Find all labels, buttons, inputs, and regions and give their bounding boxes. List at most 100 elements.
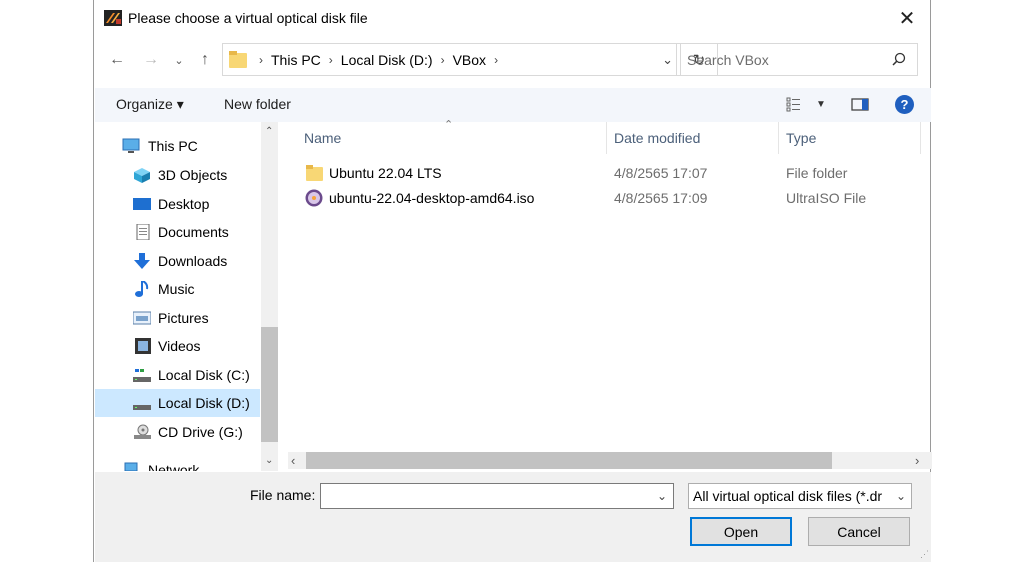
title-bar: Please choose a virtual optical disk fil… bbox=[94, 0, 930, 36]
column-divider[interactable] bbox=[920, 122, 921, 154]
scroll-down-icon[interactable]: ⌄ bbox=[265, 455, 273, 466]
nav-item-music[interactable]: Music bbox=[95, 275, 260, 303]
cancel-button[interactable]: Cancel bbox=[808, 517, 910, 546]
nav-item-label: CD Drive (G:) bbox=[158, 424, 243, 440]
horizontal-scrollbar[interactable]: ‹ › bbox=[288, 452, 932, 469]
nav-item-local-disk-c[interactable]: Local Disk (C:) bbox=[95, 361, 260, 389]
chevron-right-icon[interactable]: › bbox=[329, 53, 333, 67]
file-name-label: File name: bbox=[250, 487, 315, 503]
open-button-label: Open bbox=[723, 523, 759, 540]
chevron-down-icon[interactable]: ⌄ bbox=[657, 489, 667, 503]
organize-button[interactable]: Organize ▾ bbox=[116, 96, 184, 113]
open-button[interactable]: Open bbox=[690, 517, 792, 546]
nav-item-label: This PC bbox=[148, 138, 198, 154]
drive-icon bbox=[133, 369, 151, 382]
file-name: Ubuntu 22.04 LTS bbox=[329, 165, 442, 181]
file-type-filter-value: All virtual optical disk files (*.dr bbox=[693, 488, 883, 504]
nav-item-documents[interactable]: Documents bbox=[95, 218, 260, 246]
nav-item-videos[interactable]: Videos bbox=[95, 332, 260, 360]
breadcrumb-local-disk-d[interactable]: Local Disk (D:) bbox=[341, 52, 433, 68]
resize-grip-icon[interactable]: ⋰ bbox=[920, 549, 929, 560]
table-row[interactable]: Ubuntu 22.04 LTS 4/8/2565 17:07 File fol… bbox=[288, 161, 932, 185]
column-divider[interactable] bbox=[778, 122, 779, 154]
help-icon[interactable]: ? bbox=[895, 95, 914, 114]
column-header-date-modified[interactable]: Date modified bbox=[614, 130, 700, 146]
view-options-icon[interactable] bbox=[786, 96, 802, 112]
sort-ascending-icon: ⌃ bbox=[444, 119, 454, 131]
nav-item-label: Local Disk (C:) bbox=[158, 367, 250, 383]
new-folder-button[interactable]: New folder bbox=[224, 96, 291, 112]
desktop-icon bbox=[133, 198, 151, 210]
breadcrumb-this-pc[interactable]: This PC bbox=[271, 52, 321, 68]
nav-item-local-disk-d[interactable]: Local Disk (D:) bbox=[95, 389, 260, 417]
address-dropdown-icon[interactable]: ⌄ bbox=[662, 52, 673, 68]
cancel-button-label: Cancel bbox=[837, 523, 881, 540]
nav-item-desktop[interactable]: Desktop bbox=[95, 190, 260, 218]
nav-scrollbar[interactable]: ⌃ ⌄ bbox=[261, 122, 278, 471]
nav-item-this-pc[interactable]: This PC bbox=[95, 132, 260, 160]
column-divider[interactable] bbox=[606, 122, 607, 154]
column-header-type[interactable]: Type bbox=[786, 130, 816, 146]
cd-drive-icon bbox=[134, 424, 151, 439]
chevron-right-icon[interactable]: › bbox=[441, 53, 445, 67]
scroll-right-icon[interactable]: › bbox=[915, 453, 919, 468]
close-icon: ✕ bbox=[898, 7, 916, 30]
nav-item-label: Documents bbox=[158, 224, 229, 240]
recent-locations-button[interactable]: ⌄ bbox=[172, 48, 186, 72]
search-input[interactable]: Search VBox bbox=[676, 43, 918, 76]
horizontal-scrollbar-thumb[interactable] bbox=[306, 452, 832, 469]
download-icon bbox=[134, 253, 150, 269]
nav-item-3d-objects[interactable]: 3D Objects bbox=[95, 161, 260, 189]
drive-icon bbox=[133, 405, 151, 410]
breadcrumb-vbox[interactable]: VBox bbox=[453, 52, 486, 68]
forward-button[interactable]: → bbox=[140, 48, 162, 72]
network-icon bbox=[124, 462, 138, 471]
search-placeholder: Search VBox bbox=[687, 52, 769, 68]
file-name: ubuntu-22.04-desktop-amd64.iso bbox=[329, 190, 535, 206]
nav-item-label: Network bbox=[148, 462, 200, 471]
view-dropdown-icon[interactable]: ▼ bbox=[816, 99, 826, 110]
computer-icon bbox=[122, 138, 140, 153]
virtualbox-app-icon bbox=[104, 10, 122, 26]
file-date: 4/8/2565 17:09 bbox=[614, 190, 708, 206]
close-button[interactable]: ✕ bbox=[884, 0, 930, 36]
preview-pane-icon[interactable] bbox=[851, 96, 869, 112]
nav-item-pictures[interactable]: Pictures bbox=[95, 304, 260, 332]
nav-item-label: Desktop bbox=[158, 196, 210, 212]
nav-item-label: Pictures bbox=[158, 310, 209, 326]
file-type-filter[interactable]: All virtual optical disk files (*.dr ⌄ bbox=[688, 483, 912, 509]
arrow-up-icon: ↑ bbox=[201, 51, 209, 68]
file-type: UltraISO File bbox=[786, 190, 867, 206]
address-bar[interactable]: › This PC › Local Disk (D:) › VBox › ⌄ ↻ bbox=[222, 43, 718, 76]
scroll-left-icon[interactable]: ‹ bbox=[291, 453, 295, 468]
file-name-field[interactable]: ⌄ bbox=[320, 483, 674, 509]
up-button[interactable]: ↑ bbox=[194, 48, 216, 72]
nav-item-network[interactable]: Network bbox=[95, 456, 260, 471]
back-button[interactable]: ← bbox=[106, 48, 128, 72]
file-list: ⌃ Name Date modified Type Ubuntu 22.04 L… bbox=[288, 119, 932, 471]
music-icon bbox=[135, 281, 149, 297]
nav-item-label: Local Disk (D:) bbox=[158, 395, 250, 411]
command-bar: Organize ▾ New folder ▼ ? bbox=[95, 88, 931, 122]
chevron-down-icon[interactable]: ⌄ bbox=[896, 489, 906, 503]
nav-scrollbar-thumb[interactable] bbox=[261, 327, 278, 442]
column-header-name[interactable]: Name bbox=[304, 130, 341, 146]
chevron-right-icon: › bbox=[259, 53, 263, 67]
navigation-pane: This PC 3D Objects Desktop Documents Dow… bbox=[95, 122, 278, 471]
scroll-up-icon[interactable]: ⌃ bbox=[265, 126, 273, 137]
file-name-label-text: File name: bbox=[250, 487, 316, 503]
nav-item-label: Videos bbox=[158, 338, 201, 354]
file-date: 4/8/2565 17:07 bbox=[614, 165, 708, 181]
cube-icon bbox=[134, 168, 150, 183]
video-icon bbox=[135, 338, 151, 354]
breadcrumb: › This PC › Local Disk (D:) › VBox › bbox=[251, 52, 506, 68]
table-row[interactable]: ubuntu-22.04-desktop-amd64.iso 4/8/2565 … bbox=[288, 186, 932, 210]
iso-icon bbox=[305, 189, 323, 207]
chevron-right-icon[interactable]: › bbox=[494, 53, 498, 67]
chevron-down-icon: ⌄ bbox=[174, 54, 184, 67]
bottom-panel: File name: ⌄ All virtual optical disk fi… bbox=[95, 472, 931, 562]
nav-item-downloads[interactable]: Downloads bbox=[95, 247, 260, 275]
picture-icon bbox=[133, 311, 151, 325]
nav-item-cd-drive-g[interactable]: CD Drive (G:) bbox=[95, 418, 260, 446]
nav-item-label: Downloads bbox=[158, 253, 228, 269]
